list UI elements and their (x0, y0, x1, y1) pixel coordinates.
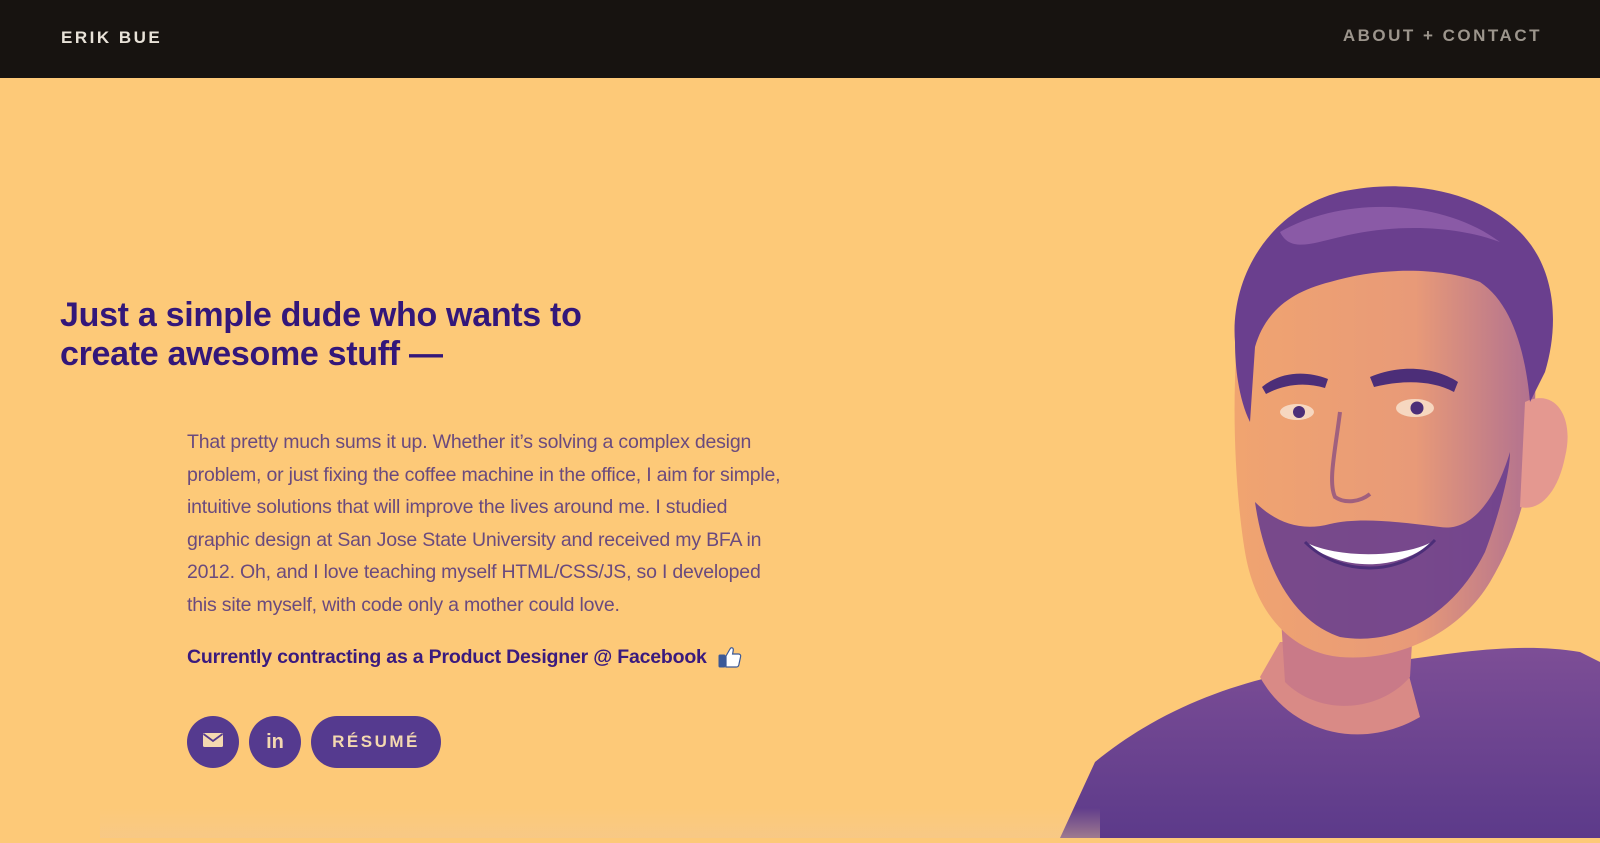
resume-button[interactable]: RÉSUMÉ (311, 716, 441, 768)
bottom-shadow (100, 808, 1100, 838)
bio-paragraph: That pretty much sums it up. Whether it’… (187, 431, 781, 616)
envelope-icon (202, 732, 224, 753)
headline-line-2: create awesome stuff — (60, 335, 443, 373)
contact-actions: in RÉSUMÉ (187, 716, 441, 768)
status-text: Currently contracting as a Product Desig… (187, 645, 707, 668)
hero-section: Just a simple dude who wants to create a… (0, 78, 1600, 838)
linkedin-button[interactable]: in (249, 716, 301, 768)
top-navbar: ERIK BUE ABOUT + CONTACT (0, 0, 1600, 78)
linkedin-icon: in (266, 730, 284, 753)
email-button[interactable] (187, 716, 239, 768)
thumbs-up-icon (717, 644, 743, 670)
brand-logo-link[interactable]: ERIK BUE (61, 28, 162, 48)
hero-headline: Just a simple dude who wants to create a… (60, 296, 660, 374)
about-contact-link[interactable]: ABOUT + CONTACT (1343, 26, 1542, 46)
current-status: Currently contracting as a Product Desig… (187, 644, 743, 670)
portrait-photo (1040, 172, 1600, 838)
headline-line-1: Just a simple dude who wants to (60, 296, 582, 334)
